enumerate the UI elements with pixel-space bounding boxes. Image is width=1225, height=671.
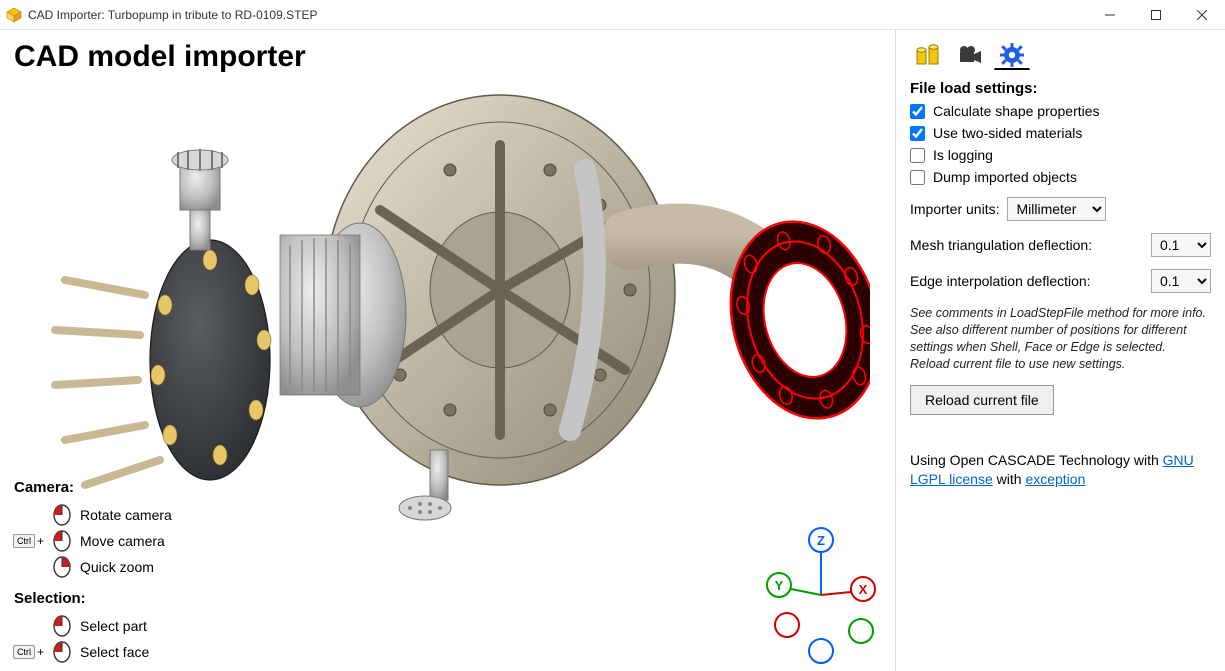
gear-icon: [999, 42, 1025, 68]
check-label: Use two-sided materials: [933, 125, 1082, 141]
mouse-left-icon: [52, 504, 72, 526]
units-label: Importer units:: [910, 201, 999, 217]
legend-select-face: Ctrl+ Select face: [14, 639, 172, 665]
svg-text:Z: Z: [817, 533, 825, 548]
select-importer-units[interactable]: MillimeterCentimeterMeterInchFoot: [1007, 197, 1106, 221]
tab-tools[interactable]: [910, 40, 946, 70]
settings-title: File load settings:: [910, 80, 1211, 97]
row-mesh-tri: Mesh triangulation deflection: 0.010.050…: [910, 233, 1211, 257]
tab-camera[interactable]: [952, 40, 988, 70]
checkbox-two-sided[interactable]: [910, 126, 925, 141]
viewport-3d[interactable]: CAD model importer: [0, 30, 895, 671]
select-edge-interp[interactable]: 0.010.050.10.51.0: [1151, 269, 1211, 293]
row-edge-interp: Edge interpolation deflection: 0.010.050…: [910, 269, 1211, 293]
legend-label: Rotate camera: [80, 507, 172, 523]
legend-quick-zoom: Quick zoom: [14, 554, 172, 580]
window-title: CAD Importer: Turbopump in tribute to RD…: [28, 8, 1087, 22]
minimize-button[interactable]: [1087, 0, 1133, 29]
legend-label: Select face: [80, 644, 149, 660]
selection-legend-title: Selection:: [14, 590, 172, 607]
check-calc-shape[interactable]: Calculate shape properties: [910, 103, 1211, 119]
mouse-left-icon: [52, 641, 72, 663]
ctrl-key-icon: Ctrl: [13, 645, 35, 659]
settings-sidebar: File load settings: Calculate shape prop…: [895, 30, 1225, 671]
check-label: Is logging: [933, 147, 993, 163]
sidebar-tabs: [910, 40, 1211, 70]
ctrl-key-icon: Ctrl: [13, 534, 35, 548]
legend-label: Select part: [80, 618, 147, 634]
axis-triad[interactable]: Z Y X: [761, 525, 881, 665]
credit-text: Using Open CASCADE Technology with GNU L…: [910, 451, 1211, 490]
mouse-left-icon: [52, 530, 72, 552]
svg-text:X: X: [859, 582, 868, 597]
select-mesh-tri[interactable]: 0.010.050.10.51.0: [1151, 233, 1211, 257]
reload-button[interactable]: Reload current file: [910, 385, 1054, 415]
edge-interp-label: Edge interpolation deflection:: [910, 273, 1091, 289]
checkbox-is-logging[interactable]: [910, 148, 925, 163]
checkbox-calc-shape[interactable]: [910, 104, 925, 119]
exception-link[interactable]: exception: [1025, 471, 1085, 487]
cylinders-icon: [915, 44, 941, 66]
row-importer-units: Importer units: MillimeterCentimeterMete…: [910, 197, 1211, 221]
controls-legend: Camera: Rotate camera Ctrl+ Move camera …: [14, 469, 172, 665]
close-button[interactable]: [1179, 0, 1225, 29]
legend-label: Move camera: [80, 533, 165, 549]
mouse-left-icon: [52, 615, 72, 637]
legend-label: Quick zoom: [80, 559, 154, 575]
check-label: Dump imported objects: [933, 169, 1077, 185]
svg-text:Y: Y: [775, 578, 784, 593]
check-two-sided[interactable]: Use two-sided materials: [910, 125, 1211, 141]
maximize-button[interactable]: [1133, 0, 1179, 29]
legend-move-camera: Ctrl+ Move camera: [14, 528, 172, 554]
app-icon: [6, 7, 22, 23]
checkbox-dump-imported[interactable]: [910, 170, 925, 185]
mesh-tri-label: Mesh triangulation deflection:: [910, 237, 1092, 253]
window-controls: [1087, 0, 1225, 29]
check-is-logging[interactable]: Is logging: [910, 147, 1211, 163]
camera-legend-title: Camera:: [14, 479, 172, 496]
tab-settings[interactable]: [994, 40, 1030, 70]
legend-select-part: Select part: [14, 613, 172, 639]
helper-text: See comments in LoadStepFile method for …: [910, 305, 1211, 373]
title-bar: CAD Importer: Turbopump in tribute to RD…: [0, 0, 1225, 30]
check-dump-imported[interactable]: Dump imported objects: [910, 169, 1211, 185]
camera-icon: [957, 44, 983, 66]
legend-rotate-camera: Rotate camera: [14, 502, 172, 528]
viewport-heading: CAD model importer: [14, 40, 306, 74]
check-label: Calculate shape properties: [933, 103, 1100, 119]
mouse-right-icon: [52, 556, 72, 578]
